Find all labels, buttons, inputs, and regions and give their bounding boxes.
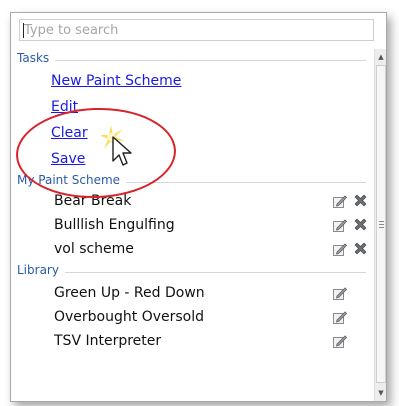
- grip-line: [379, 221, 384, 222]
- paint-scheme-panel: Tasks New Paint Scheme Edit Clear Save M…: [10, 12, 387, 402]
- edit-icon[interactable]: [333, 242, 347, 256]
- edit-icon[interactable]: [333, 218, 347, 232]
- scroll-down-arrow-icon[interactable]: ▼: [375, 386, 386, 400]
- edit-icon[interactable]: [333, 334, 347, 348]
- task-new-paint-scheme-link[interactable]: New Paint Scheme: [51, 73, 181, 89]
- delete-icon[interactable]: [353, 241, 368, 256]
- library-scheme-name: TSV Interpreter: [54, 333, 162, 349]
- section-divider: [17, 272, 366, 273]
- scheme-row-vol-scheme[interactable]: vol scheme: [11, 239, 374, 261]
- scheme-name: Bulllish Engulfing: [54, 217, 175, 233]
- section-title-tasks: Tasks: [17, 51, 56, 65]
- scroll-up-arrow-icon[interactable]: ▲: [375, 50, 386, 64]
- library-row-tsv-interpreter[interactable]: TSV Interpreter: [11, 331, 374, 353]
- scheme-list: Tasks New Paint Scheme Edit Clear Save M…: [11, 49, 374, 401]
- section-divider: [17, 60, 366, 61]
- search-input[interactable]: [19, 19, 374, 41]
- library-row-overbought-oversold[interactable]: Overbought Oversold: [11, 307, 374, 329]
- section-header-tasks: Tasks: [11, 51, 374, 69]
- scheme-name: vol scheme: [54, 241, 134, 257]
- section-header-library: Library: [11, 263, 374, 281]
- scheme-row-bulllish-engulfing[interactable]: Bulllish Engulfing: [11, 215, 374, 237]
- edit-icon[interactable]: [333, 310, 347, 324]
- text-caret: [23, 23, 24, 38]
- delete-icon[interactable]: [353, 217, 368, 232]
- grip-line: [379, 224, 384, 225]
- library-scheme-name: Green Up - Red Down: [54, 285, 205, 301]
- scrollbar-thumb[interactable]: [376, 65, 386, 383]
- library-row-green-up-red-down[interactable]: Green Up - Red Down: [11, 283, 374, 305]
- section-title-library: Library: [17, 263, 65, 277]
- grip-line: [379, 227, 384, 228]
- delete-icon[interactable]: [353, 193, 368, 208]
- library-scheme-name: Overbought Oversold: [54, 309, 205, 325]
- mouse-pointer-icon: [101, 125, 132, 166]
- edit-icon[interactable]: [333, 194, 347, 208]
- vertical-scrollbar[interactable]: ▲ ▼: [374, 49, 386, 401]
- edit-icon[interactable]: [333, 286, 347, 300]
